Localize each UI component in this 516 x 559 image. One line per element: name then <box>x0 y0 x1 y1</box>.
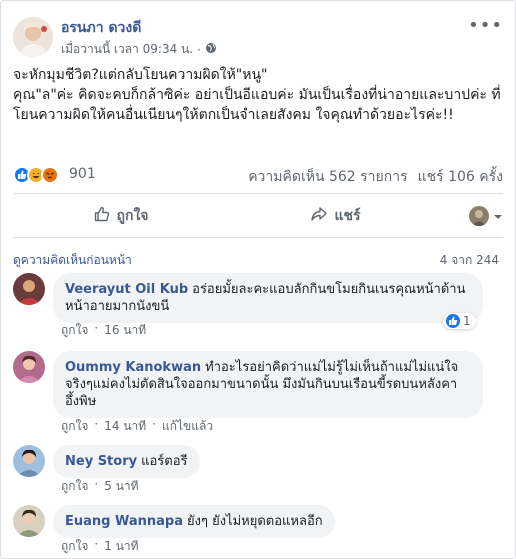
comment-edited-label[interactable]: แก้ไขแล้ว <box>162 417 213 436</box>
comments-count[interactable]: ความคิดเห็น 562 รายการ <box>248 166 407 188</box>
reactions-bar: 901 ความคิดเห็น 562 รายการ แชร์ 106 ครั้… <box>13 165 503 185</box>
comments-counter: 4 จาก 244 <box>439 253 499 267</box>
viewer-selector[interactable] <box>443 206 503 226</box>
divider <box>13 237 503 238</box>
comment-actions: ถูกใจ · 16 นาที <box>61 321 146 340</box>
comment-item: Oummy Kanokwan ทำอะไรอย่าคิดว่าแม่ไม่รู้ไ… <box>13 351 503 433</box>
like-button-label: ถูกใจ <box>116 208 149 224</box>
like-reaction-icon <box>446 314 460 328</box>
share-button[interactable]: แชร์ <box>228 205 443 227</box>
more-options-icon[interactable]: ••• <box>468 15 503 36</box>
comment-time[interactable]: 14 นาที <box>104 417 146 436</box>
comment-bubble: Ney Story แอร์ตอรี <box>53 445 200 478</box>
comment-time[interactable]: 1 นาที <box>104 537 138 556</box>
engagement-stats: ความคิดเห็น 562 รายการ แชร์ 106 ครั้ง <box>248 166 503 188</box>
comment-like-button[interactable]: ถูกใจ <box>61 321 88 340</box>
comment-bubble: Euang Wannapa ยังๆ ยังไม่หยุดตอแหลอีก <box>53 505 335 538</box>
comment-time[interactable]: 5 นาที <box>104 477 138 496</box>
comment-item: Ney Story แอร์ตอรี ถูกใจ · 5 นาที <box>13 445 503 493</box>
author-avatar[interactable] <box>13 17 53 57</box>
post-timestamp[interactable]: เมื่อวานนี้ เวลา 09:34 น. <box>61 40 193 59</box>
globe-icon[interactable] <box>205 42 217 57</box>
commenter-name[interactable]: Ney Story <box>65 454 137 469</box>
comment-bubble: Veerayut Oil Kub อร่อยมั้ยละคะแอบลักกินขโ… <box>53 273 483 323</box>
like-button[interactable]: ถูกใจ <box>13 205 228 227</box>
divider <box>13 193 503 194</box>
comment-text: ยังๆ ยังไม่หยุดตอแหลอีก <box>187 514 323 529</box>
reaction-icons[interactable] <box>13 166 59 184</box>
comment-bubble: Oummy Kanokwan ทำอะไรอย่าคิดว่าแม่ไม่รู้ไ… <box>53 351 483 418</box>
viewer-avatar <box>469 206 489 226</box>
commenter-name[interactable]: Oummy Kanokwan <box>65 360 201 375</box>
comment-like-button[interactable]: ถูกใจ <box>61 477 88 496</box>
post-actions: ถูกใจ แชร์ <box>13 199 503 233</box>
separator-dot: · <box>152 417 157 431</box>
separator-dot: · <box>94 417 99 431</box>
view-previous-comments-link[interactable]: ดูความคิดเห็นก่อนหน้า <box>13 253 132 267</box>
commenter-avatar[interactable] <box>13 351 45 383</box>
shares-count[interactable]: แชร์ 106 ครั้ง <box>418 166 503 188</box>
comment-like-count: 1 <box>463 314 471 328</box>
comment-item: Euang Wannapa ยังๆ ยังไม่หยุดตอแหลอีก ถูก… <box>13 505 503 553</box>
comments-header: ดูความคิดเห็นก่อนหน้า 4 จาก 244 <box>13 251 503 270</box>
comment-actions: ถูกใจ · 5 นาที <box>61 477 139 496</box>
post-body: จะหักมุมชีวิต?แต่กลับโยนความผิดให้"หนู" … <box>13 65 503 125</box>
share-arrow-icon <box>310 205 328 227</box>
commenter-avatar[interactable] <box>13 445 45 477</box>
separator-dot: · <box>94 537 99 551</box>
commenter-name[interactable]: Euang Wannapa <box>65 514 183 529</box>
thumbs-up-icon <box>93 205 111 227</box>
comment-item: Veerayut Oil Kub อร่อยมั้ยละคะแอบลักกินขโ… <box>13 273 503 337</box>
caret-down-icon <box>493 207 503 226</box>
separator-dot: · <box>94 321 99 335</box>
comment-actions: ถูกใจ · 14 นาที · แก้ไขแล้ว <box>61 417 213 436</box>
share-button-label: แชร์ <box>334 208 361 224</box>
commenter-avatar[interactable] <box>13 273 45 305</box>
post-meta: เมื่อวานนี้ เวลา 09:34 น. · <box>61 40 217 59</box>
comment-like-button[interactable]: ถูกใจ <box>61 537 88 556</box>
commenter-name[interactable]: Veerayut Oil Kub <box>65 282 188 297</box>
post-body-line: คุณ"ล"ค่ะ คิดจะคบก็กล้าซิค่ะ อย่าเป็นอีแ… <box>13 87 501 123</box>
post-header: อรนภา ดวงดี เมื่อวานนี้ เวลา 09:34 น. · … <box>13 15 503 59</box>
comment-like-button[interactable]: ถูกใจ <box>61 417 88 436</box>
comment-like-badge[interactable]: 1 <box>443 313 476 329</box>
commenter-avatar[interactable] <box>13 505 45 537</box>
comment-text: แอร์ตอรี <box>141 454 188 469</box>
reaction-count[interactable]: 901 <box>69 166 96 182</box>
comment-time[interactable]: 16 นาที <box>104 321 146 340</box>
author-name[interactable]: อรนภา ดวงดี <box>61 17 141 39</box>
separator-dot: · <box>94 477 99 491</box>
angry-reaction-icon <box>41 166 59 184</box>
post-card: อรนภา ดวงดี เมื่อวานนี้ เวลา 09:34 น. · … <box>0 0 516 559</box>
post-body-line: จะหักมุมชีวิต?แต่กลับโยนความผิดให้"หนู" <box>13 67 268 83</box>
meta-separator: · <box>197 42 201 57</box>
comment-actions: ถูกใจ · 1 นาที <box>61 537 139 556</box>
